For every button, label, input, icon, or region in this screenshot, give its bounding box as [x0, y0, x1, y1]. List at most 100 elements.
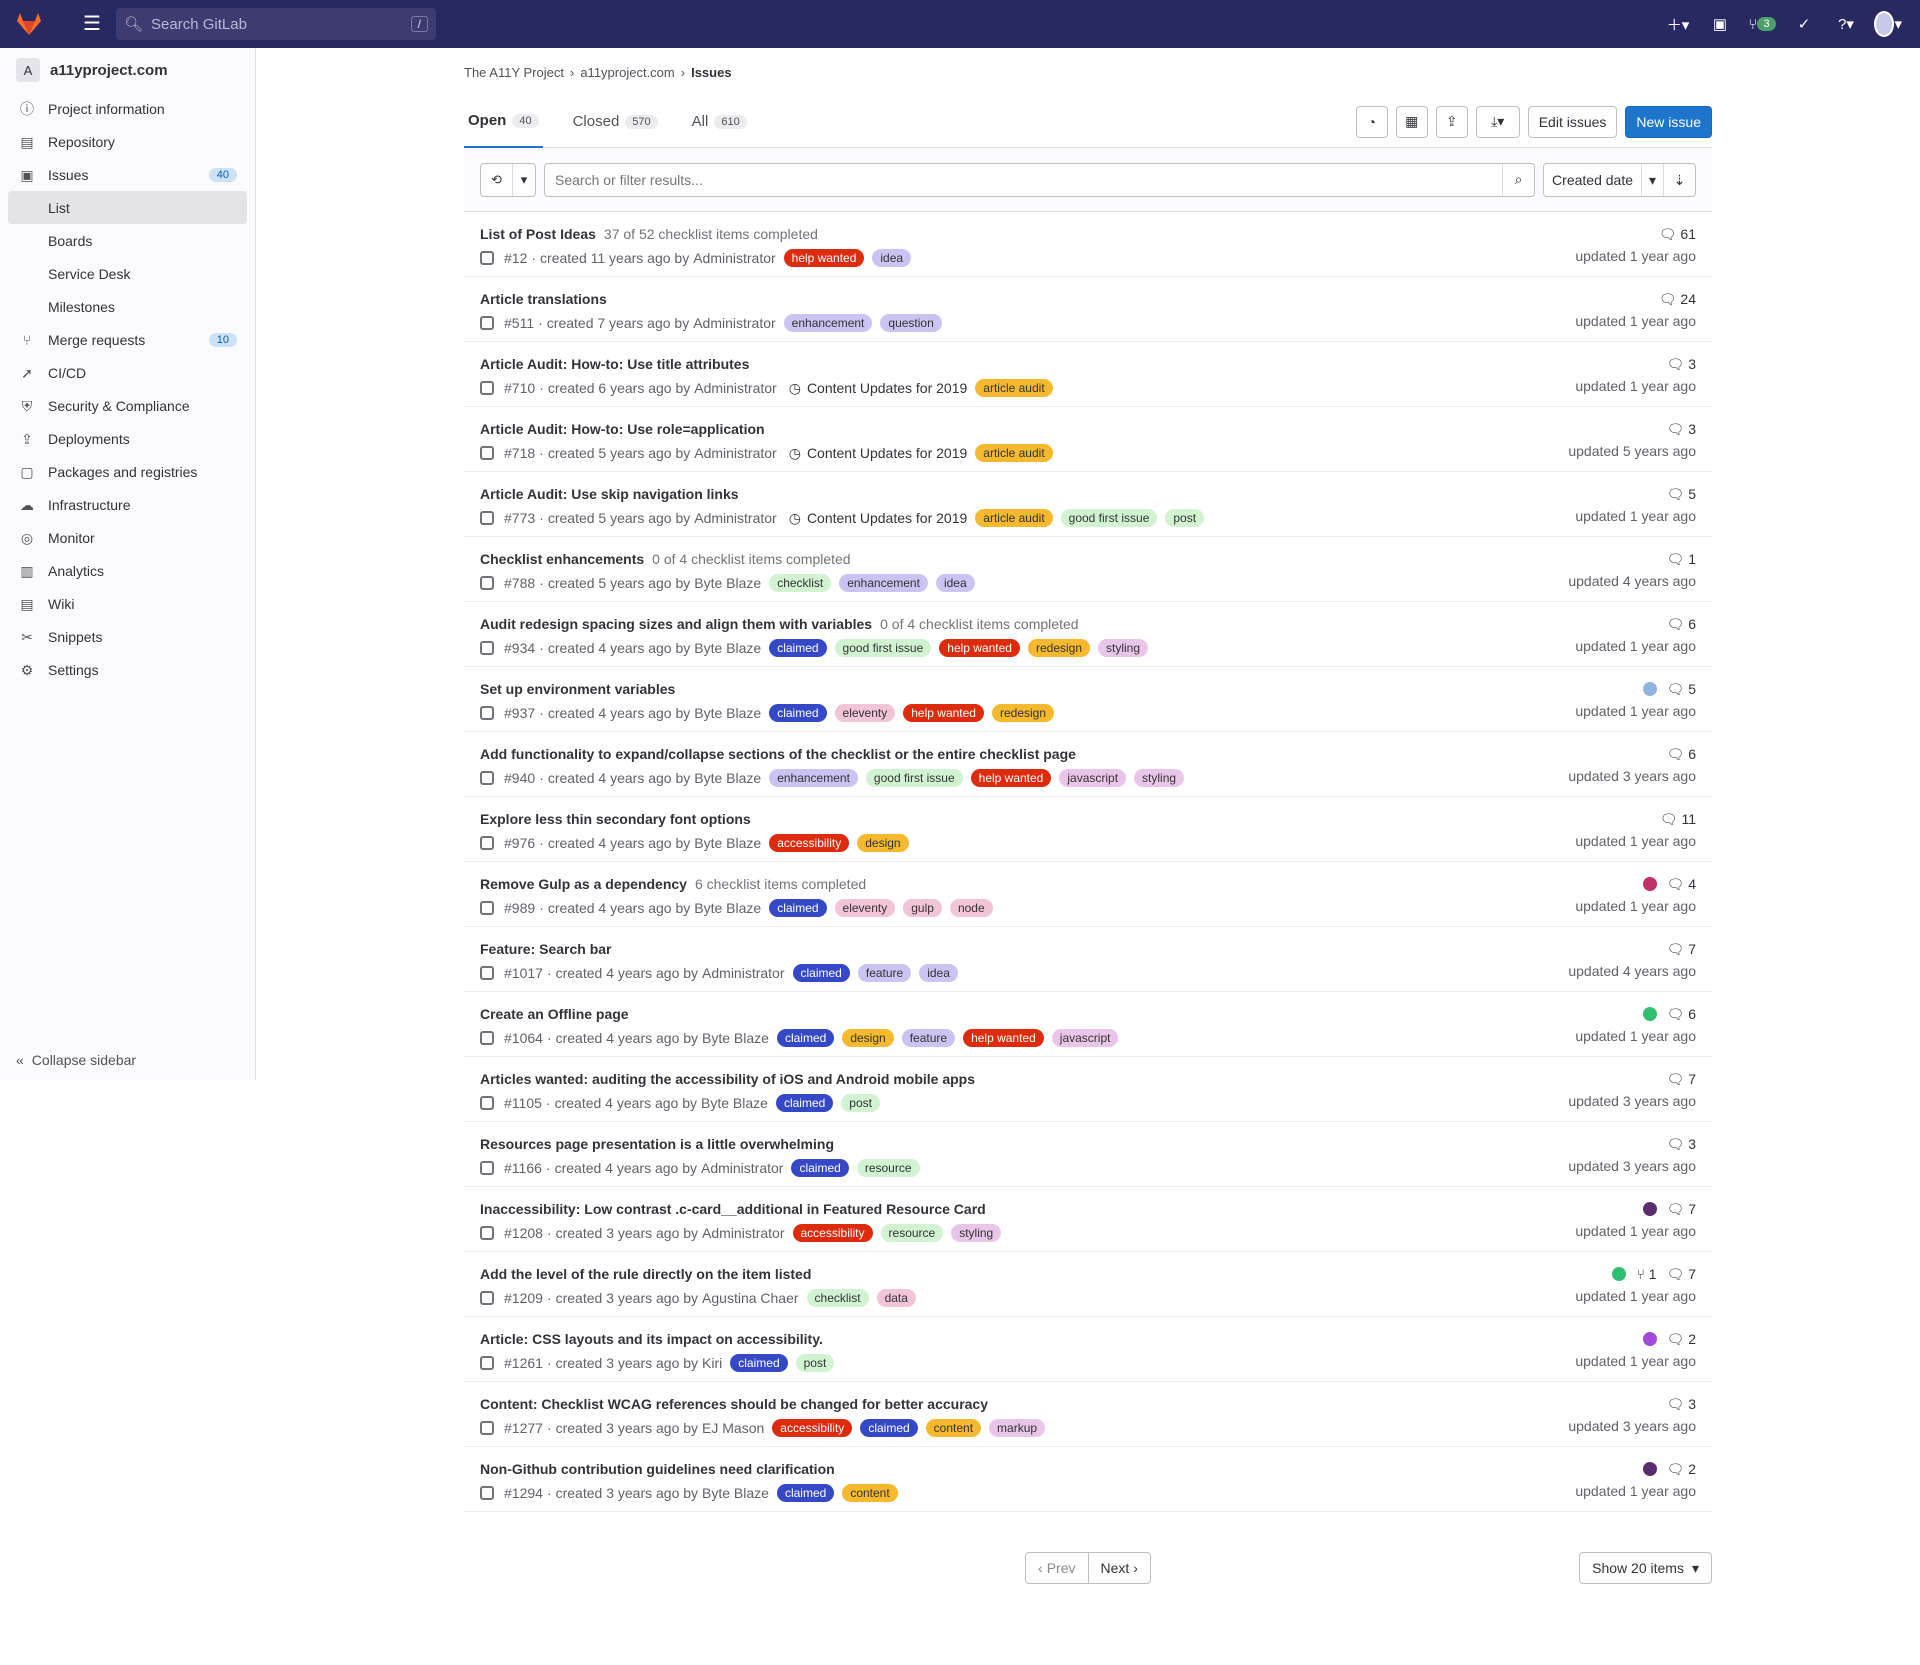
issue-label[interactable]: styling [1098, 639, 1149, 657]
issue-label[interactable]: claimed [776, 1484, 835, 1502]
issue-title[interactable]: Articles wanted: auditing the accessibil… [480, 1071, 975, 1087]
issues-icon[interactable]: ▣ [1706, 11, 1734, 37]
assignee-avatar[interactable] [1642, 1462, 1657, 1476]
issue-label[interactable]: javascript [1051, 1029, 1119, 1047]
sidebar-item-infrastructure[interactable]: ☁ Infrastructure [0, 488, 255, 521]
assignee-avatar[interactable] [1612, 1267, 1627, 1281]
sort-direction-icon[interactable]: ⇣ [1663, 163, 1695, 196]
comments-count[interactable]: 🗨︎ 7 [1667, 941, 1696, 958]
issue-author[interactable]: Byte Blaze [702, 1485, 769, 1501]
issue-label[interactable]: idea [919, 964, 958, 982]
issue-label[interactable]: post [795, 1354, 835, 1372]
issue-title[interactable]: Article: CSS layouts and its impact on a… [480, 1331, 823, 1347]
issue-title[interactable]: Explore less thin secondary font options [480, 811, 751, 827]
comments-count[interactable]: 🗨︎ 3 [1667, 1136, 1696, 1153]
issue-title[interactable]: Article Audit: How-to: Use role=applicat… [480, 421, 765, 437]
issue-title[interactable]: Checklist enhancements [480, 551, 644, 567]
filter-input[interactable] [545, 171, 1503, 188]
issue-label[interactable]: post [1165, 509, 1205, 527]
breadcrumb-current[interactable]: Issues [691, 65, 731, 80]
sidebar-item-snippets[interactable]: ✂ Snippets [0, 620, 255, 653]
next-button[interactable]: Next › [1088, 1552, 1151, 1584]
issue-label[interactable]: help wanted [963, 1029, 1044, 1047]
issue-label[interactable]: accessibility [772, 1419, 853, 1437]
issue-label[interactable]: markup [989, 1419, 1046, 1437]
sidebar-item-project-information[interactable]: ⓘ Project information [0, 92, 255, 125]
issue-title[interactable]: Inaccessibility: Low contrast .c-card__a… [480, 1201, 986, 1217]
assignee-avatar[interactable] [1642, 877, 1657, 891]
issue-title[interactable]: Add functionality to expand/collapse sec… [480, 746, 1076, 762]
sidebar-item-repository[interactable]: ▤ Repository [0, 125, 255, 158]
issue-label[interactable]: design [842, 1029, 894, 1047]
issue-label[interactable]: good first issue [834, 639, 932, 657]
sidebar-item-security-compliance[interactable]: ⛨ Security & Compliance [0, 389, 255, 422]
search-input[interactable]: 🔍︎ Search GitLab / [116, 8, 436, 40]
issue-label[interactable]: article audit [975, 444, 1053, 462]
issue-title[interactable]: Article Audit: Use skip navigation links [480, 486, 739, 502]
issue-milestone[interactable]: ◷ Content Updates for 2019 [789, 510, 968, 527]
issue-author[interactable]: Administrator [693, 315, 775, 331]
comments-count[interactable]: 🗨︎ 11 [1660, 811, 1696, 828]
issue-title[interactable]: Set up environment variables [480, 681, 675, 697]
export-dropdown[interactable]: ⤓ ▾ [1475, 105, 1520, 138]
issue-author[interactable]: Byte Blaze [694, 770, 761, 786]
help-icon[interactable]: ?▾ [1832, 11, 1860, 37]
sidebar-subitem-boards[interactable]: Boards [0, 224, 255, 257]
issue-label[interactable]: claimed [730, 1354, 788, 1372]
issue-label[interactable]: styling [951, 1224, 1002, 1242]
issue-label[interactable]: article audit [975, 509, 1053, 527]
comments-count[interactable]: 🗨︎ 4 [1667, 876, 1696, 893]
comments-count[interactable]: 🗨︎ 2 [1667, 1461, 1696, 1478]
sidebar-item-deployments[interactable]: ⇪ Deployments [0, 422, 255, 455]
issue-label[interactable]: enhancement [769, 769, 858, 787]
comments-count[interactable]: 🗨︎ 6 [1667, 746, 1696, 763]
issue-author[interactable]: Administrator [702, 965, 784, 981]
issue-label[interactable]: eleventy [834, 704, 896, 722]
sidebar-subitem-milestones[interactable]: Milestones [0, 290, 255, 323]
issue-label[interactable]: claimed [769, 899, 827, 917]
issue-label[interactable]: design [857, 834, 909, 852]
issue-title[interactable]: Article Audit: How-to: Use title attribu… [480, 356, 749, 372]
merge-request-count[interactable]: ⑂ 1 [1636, 1266, 1656, 1282]
issue-label[interactable]: redesign [991, 704, 1054, 722]
issue-author[interactable]: Kiri [702, 1355, 722, 1371]
assignee-avatar[interactable] [1642, 682, 1657, 696]
issue-author[interactable]: EJ Mason [702, 1420, 764, 1436]
comments-count[interactable]: 🗨︎ 7 [1667, 1201, 1696, 1218]
issue-label[interactable]: post [841, 1094, 880, 1112]
issue-label[interactable]: content [842, 1484, 898, 1502]
tab-all[interactable]: All 610 [688, 96, 751, 148]
issue-title[interactable]: Non-Github contribution guidelines need … [480, 1461, 835, 1477]
sidebar-item-ci-cd[interactable]: ➚ CI/CD [0, 356, 255, 389]
issue-label[interactable]: styling [1134, 769, 1185, 787]
issue-label[interactable]: redesign [1027, 639, 1091, 657]
comments-count[interactable]: 🗨︎ 3 [1667, 421, 1696, 438]
comments-count[interactable]: 🗨︎ 61 [1659, 226, 1696, 243]
issue-label[interactable]: data [876, 1289, 916, 1307]
issue-label[interactable]: claimed [792, 964, 850, 982]
sort-dropdown[interactable]: Created date ▾ ⇣ [1543, 162, 1696, 197]
issue-label[interactable]: claimed [860, 1419, 918, 1437]
page-size-dropdown[interactable]: Show 20 items ▾ [1579, 1552, 1712, 1584]
issue-author[interactable]: Byte Blaze [694, 575, 761, 591]
todo-icon[interactable]: ✓ [1790, 11, 1818, 37]
issue-title[interactable]: Audit redesign spacing sizes and align t… [480, 616, 872, 632]
breadcrumb-project[interactable]: a11yproject.com [580, 65, 674, 80]
issue-author[interactable]: Byte Blaze [694, 640, 761, 656]
issue-author[interactable]: Byte Blaze [694, 900, 761, 916]
sidebar-item-monitor[interactable]: ◎ Monitor [0, 521, 255, 554]
issue-author[interactable]: Administrator [701, 1160, 783, 1176]
issue-title[interactable]: List of Post Ideas [480, 226, 596, 242]
comments-count[interactable]: 🗨︎ 2 [1667, 1331, 1696, 1348]
issue-milestone[interactable]: ◷ Content Updates for 2019 [789, 445, 968, 462]
issue-author[interactable]: Agustina Chaer [702, 1290, 799, 1306]
issue-label[interactable]: question [880, 314, 942, 332]
comments-count[interactable]: 🗨︎ 3 [1667, 1396, 1696, 1413]
plus-icon[interactable]: ＋▾ [1664, 11, 1692, 37]
sidebar-item-settings[interactable]: ⚙ Settings [0, 653, 255, 686]
issue-title[interactable]: Create an Offline page [480, 1006, 629, 1022]
issue-author[interactable]: Byte Blaze [702, 1030, 769, 1046]
issue-label[interactable]: enhancement [839, 574, 928, 592]
assignee-avatar[interactable] [1642, 1202, 1657, 1216]
calendar-button[interactable]: ▦ [1395, 105, 1428, 138]
